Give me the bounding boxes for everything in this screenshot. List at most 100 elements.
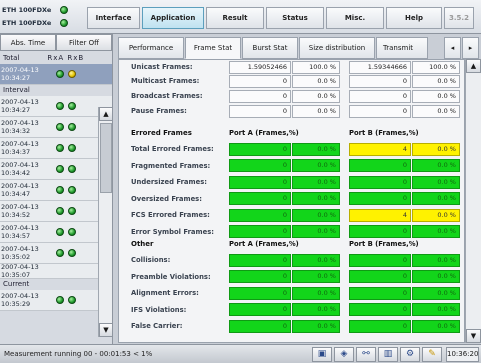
tab-frame-stat[interactable]: Frame Stat xyxy=(185,37,241,59)
settings-icon[interactable]: ⚙ xyxy=(400,347,420,362)
rx-b-led-icon xyxy=(68,123,76,131)
list-item[interactable]: 2007-04-13 10:34:52 xyxy=(0,201,112,222)
tab-result[interactable]: Result xyxy=(206,7,264,29)
row-label: IFS Violations: xyxy=(131,305,187,314)
tab-size-distribution[interactable]: Size distribution xyxy=(299,37,375,59)
list-item[interactable]: 2007-04-13 10:34:37 xyxy=(0,138,112,159)
entry-date: 2007-04-13 xyxy=(1,182,39,190)
rx-a-led-icon xyxy=(56,296,64,304)
table-row: Undersized Frames: 0 0.0 % 0 0.0 % xyxy=(119,175,464,189)
entry-time: 10:35:29 xyxy=(1,300,31,308)
rx-a-led-icon xyxy=(56,70,64,78)
tab-transmit[interactable]: Transmit xyxy=(376,37,428,59)
entry-date: 2007-04-13 xyxy=(1,203,39,211)
entry-time: 10:34:27 xyxy=(1,106,31,114)
port-a-header: Port A (Frames,%) xyxy=(229,129,299,137)
port-b-count: 0 xyxy=(349,270,411,283)
scroll-up-icon[interactable]: ▲ xyxy=(466,59,481,73)
port-a-count: 0 xyxy=(229,104,291,118)
bar-chart-icon[interactable]: ▥ xyxy=(378,347,398,362)
port-b-count: 0 xyxy=(349,89,411,103)
tab-application[interactable]: Application xyxy=(142,7,204,29)
port-a-count: 0 xyxy=(229,303,291,316)
entry-date: 2007-04-13 xyxy=(1,161,39,169)
port-a-header: Port A (Frames,%) xyxy=(229,240,299,248)
port-a-percent: 0.0 % xyxy=(292,74,340,88)
port-a-count: 0 xyxy=(229,253,291,267)
list-item[interactable]: 2007-04-13 10:34:47 xyxy=(0,180,112,201)
filter-button[interactable]: Filter Off xyxy=(56,34,112,51)
port-b-led-icon xyxy=(60,18,68,27)
scroll-down-icon[interactable]: ▼ xyxy=(466,329,481,343)
row-label: Fragmented Frames: xyxy=(131,161,211,170)
network-icon[interactable]: ⚯ xyxy=(356,347,376,362)
port-a-percent: 100.0 % xyxy=(292,60,340,74)
tab-misc[interactable]: Misc. xyxy=(326,7,384,29)
port-a-count: 0 xyxy=(229,286,291,300)
port-a-percent: 0.0 % xyxy=(292,192,340,205)
tab-burst-stat[interactable]: Burst Stat xyxy=(242,37,298,59)
scroll-thumb[interactable] xyxy=(100,123,112,193)
tab-help[interactable]: Help xyxy=(386,7,442,29)
row-label: Oversized Frames: xyxy=(131,194,202,203)
window-icon[interactable]: ▣ xyxy=(312,347,332,362)
table-row: Preamble Violations: 0 0.0 % 0 0.0 % xyxy=(119,270,464,284)
port-a-count: 0 xyxy=(229,159,291,172)
list-item[interactable]: 2007-04-13 10:34:57 xyxy=(0,222,112,243)
rx-columns-label: RxA RxB xyxy=(47,53,85,62)
total-entry[interactable]: 2007-04-13 10:34:27 xyxy=(0,64,112,85)
list-item[interactable]: 2007-04-13 10:34:27 xyxy=(0,96,112,117)
row-label: Pause Frames: xyxy=(131,107,187,115)
port-a-count: 0 xyxy=(229,319,291,333)
port-b-percent: 0.0 % xyxy=(412,286,460,300)
port-a-percent: 0.0 % xyxy=(292,270,340,283)
list-item[interactable]: 2007-04-13 10:34:42 xyxy=(0,159,112,180)
entry-date: 2007-04-13 xyxy=(1,224,39,232)
abs-time-button[interactable]: Abs. Time xyxy=(0,34,56,51)
port-b-label: ETH 100FDXe xyxy=(2,18,52,27)
port-b-percent: 0.0 % xyxy=(412,319,460,333)
current-entry[interactable]: 2007-04-13 10:35:29 xyxy=(0,290,112,311)
entry-date: 2007-04-13 xyxy=(1,264,39,271)
table-row: Unicast Frames: 1.59052466 100.0 % 1.593… xyxy=(119,60,464,74)
entry-time: 10:34:32 xyxy=(1,127,31,135)
port-b-percent: 0.0 % xyxy=(412,192,460,205)
other-header: Other Port A (Frames,%) Port B (Frames,%… xyxy=(119,237,464,251)
rx-a-led-icon xyxy=(56,228,64,236)
scroll-up-icon[interactable]: ▲ xyxy=(99,107,113,121)
rx-b-led-icon xyxy=(68,228,76,236)
port-a-percent: 0.0 % xyxy=(292,89,340,103)
entry-time: 10:34:57 xyxy=(1,232,31,240)
diamond-icon[interactable]: ◈ xyxy=(334,347,354,362)
port-a-percent: 0.0 % xyxy=(292,104,340,118)
tab-next-icon[interactable]: ▸ xyxy=(462,37,479,59)
table-row: Collisions: 0 0.0 % 0 0.0 % xyxy=(119,253,464,267)
list-item[interactable]: 2007-04-13 10:34:32 xyxy=(0,117,112,138)
current-label: Current xyxy=(0,279,112,290)
row-label: Collisions: xyxy=(131,256,171,264)
port-a-percent: 0.0 % xyxy=(292,319,340,333)
table-row: Total Errored Frames: 0 0.0 % 4 0.0 % xyxy=(119,142,464,156)
tab-prev-icon[interactable]: ◂ xyxy=(444,37,461,59)
table-row: Broadcast Frames: 0 0.0 % 0 0.0 % xyxy=(119,89,464,103)
port-b-count: 0 xyxy=(349,192,411,205)
wrench-icon[interactable]: ✎ xyxy=(422,347,442,362)
table-row: FCS Errored Frames: 0 0.0 % 4 0.0 % xyxy=(119,208,464,222)
list-item[interactable]: 2007-04-13 10:35:07 xyxy=(0,264,112,279)
list-item[interactable]: 2007-04-13 10:35:02 xyxy=(0,243,112,264)
entry-date: 2007-04-13 xyxy=(1,140,39,148)
rx-b-led-icon xyxy=(68,70,76,78)
port-b-percent: 0.0 % xyxy=(412,253,460,267)
entry-date: 2007-04-13 xyxy=(1,119,39,127)
tab-performance[interactable]: Performance xyxy=(118,37,184,59)
port-a-percent: 0.0 % xyxy=(292,159,340,172)
tab-status[interactable]: Status xyxy=(266,7,324,29)
main-scrollbar[interactable]: ▲ ▼ xyxy=(465,59,481,343)
tab-interface[interactable]: Interface xyxy=(87,7,140,29)
port-b-percent: 100.0 % xyxy=(412,60,460,74)
scroll-down-icon[interactable]: ▼ xyxy=(99,323,113,337)
measurement-status: Measurement running 00 - 00:01:53 < 1% xyxy=(4,350,153,358)
result-tabs: Performance Frame Stat Burst Stat Size d… xyxy=(118,37,429,59)
row-label: False Carrier: xyxy=(131,322,183,330)
interval-scrollbar[interactable]: ▲ ▼ xyxy=(98,107,113,337)
